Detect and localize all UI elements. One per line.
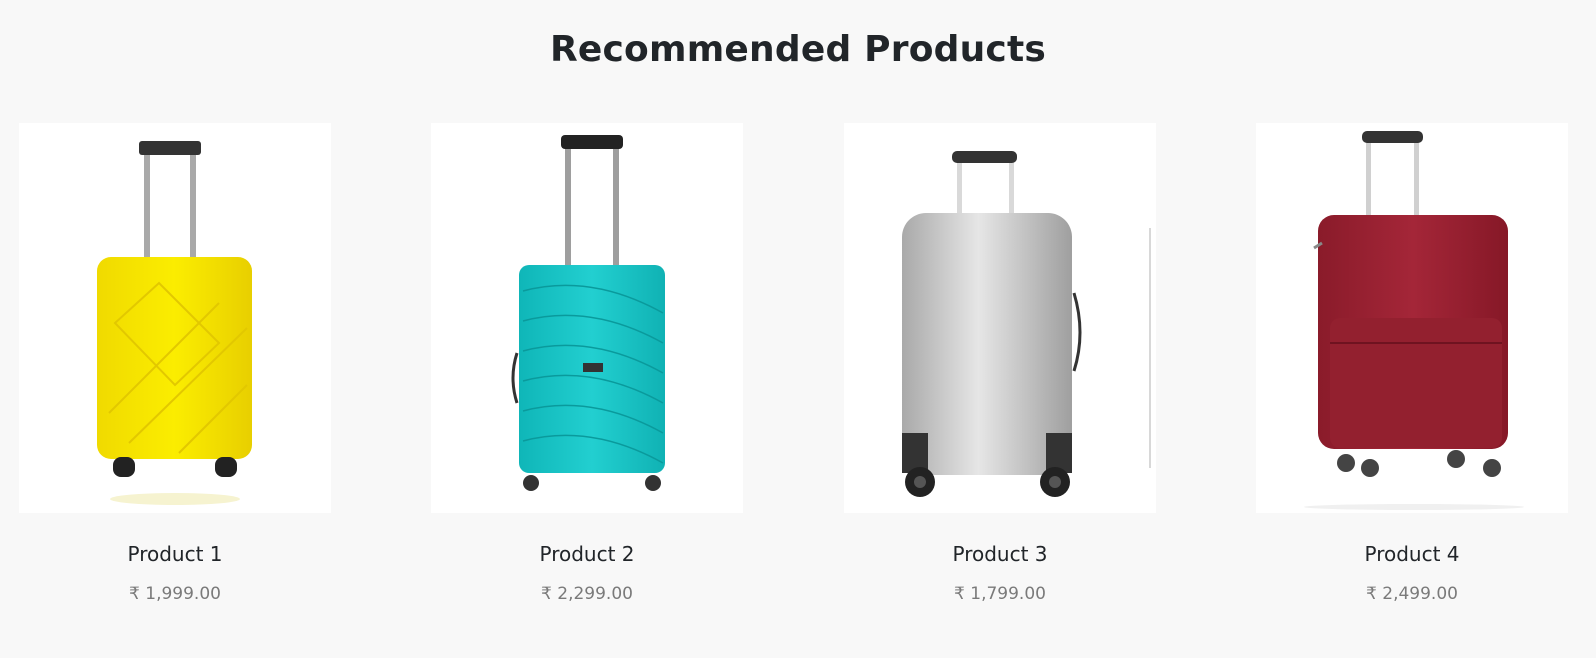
product-name[interactable]: Product 1 (19, 540, 331, 568)
product-price: ₹ 2,299.00 (541, 584, 633, 604)
product-grid: Product 1 ₹ 1,999.00 Product 2 ₹ 2,299.0… (19, 123, 1571, 623)
product-name[interactable]: Product 3 (844, 540, 1156, 568)
yellow-suitcase-icon (97, 141, 252, 505)
product-price: ₹ 1,799.00 (954, 584, 1046, 604)
product-name[interactable]: Product 4 (1256, 540, 1568, 568)
product-card[interactable]: Product 4 ₹ 2,499.00 (1256, 123, 1568, 623)
teal-suitcase-icon (511, 135, 665, 491)
product-price: ₹ 2,499.00 (1366, 584, 1458, 604)
product-image[interactable] (19, 123, 331, 513)
silver-suitcase-icon (902, 151, 1151, 497)
maroon-suitcase-icon (1304, 131, 1524, 510)
product-image[interactable] (431, 123, 743, 513)
product-card[interactable]: Product 1 ₹ 1,999.00 (19, 123, 331, 623)
section-title: Recommended Products (549, 29, 1046, 70)
product-name[interactable]: Product 2 (431, 540, 743, 568)
product-image[interactable] (844, 123, 1156, 513)
product-card[interactable]: Product 2 ₹ 2,299.00 (431, 123, 743, 623)
product-card[interactable]: Product 3 ₹ 1,799.00 (844, 123, 1156, 623)
product-price: ₹ 1,999.00 (129, 584, 221, 604)
product-image[interactable] (1256, 123, 1568, 513)
